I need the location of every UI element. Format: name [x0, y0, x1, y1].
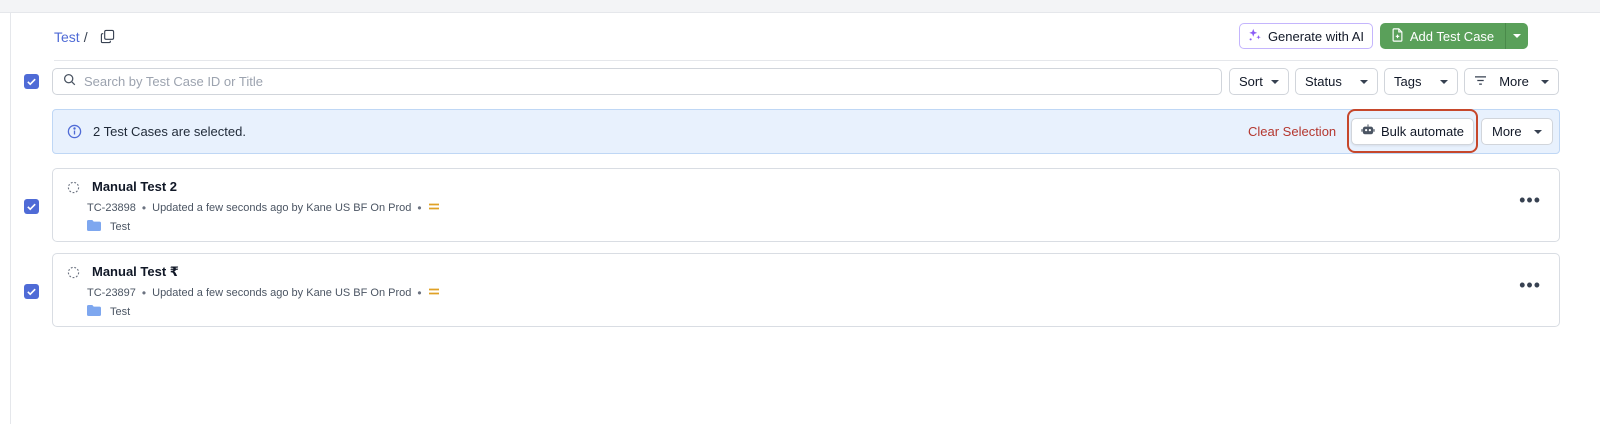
- breadcrumb-separator: /: [83, 29, 88, 45]
- chevron-down-icon: [1360, 79, 1368, 84]
- add-test-case-button-group: Add Test Case: [1380, 23, 1528, 49]
- more-horizontal-icon[interactable]: •••: [1519, 191, 1541, 209]
- bulk-more-label: More: [1492, 124, 1522, 139]
- status-button[interactable]: Status: [1295, 68, 1378, 95]
- chevron-down-icon: [1541, 79, 1549, 84]
- tags-label: Tags: [1394, 74, 1422, 89]
- left-rail: [0, 13, 11, 424]
- check-icon: [27, 203, 36, 211]
- test-case-meta: TC-23897 • Updated a few seconds ago by …: [87, 286, 440, 300]
- equals-icon: [428, 202, 440, 214]
- folder-name: Test: [110, 306, 131, 318]
- test-case-card[interactable]: Manual Test 2 TC-23898 • Updated a few s…: [52, 168, 1560, 242]
- dashed-circle-icon: [67, 266, 80, 284]
- breadcrumb-link-test[interactable]: Test: [54, 29, 80, 45]
- chevron-down-icon: [1271, 79, 1279, 84]
- add-test-case-dropdown[interactable]: [1506, 23, 1528, 49]
- test-case-id: TC-23897: [87, 287, 136, 299]
- info-icon: [67, 124, 82, 144]
- status-label: Status: [1305, 74, 1342, 89]
- test-case-title[interactable]: Manual Test ₹: [92, 264, 179, 280]
- sort-button[interactable]: Sort: [1229, 68, 1289, 95]
- check-icon: [27, 288, 36, 296]
- selection-banner: 2 Test Cases are selected. Clear Selecti…: [52, 109, 1560, 154]
- bulk-automate-label: Bulk automate: [1380, 124, 1465, 139]
- copy-icon[interactable]: [100, 29, 116, 45]
- more-filters-button[interactable]: More: [1464, 68, 1559, 95]
- test-case-title[interactable]: Manual Test 2: [92, 179, 177, 194]
- clear-selection-button[interactable]: Clear Selection: [1248, 124, 1336, 139]
- generate-with-ai-label: Generate with AI: [1267, 28, 1365, 44]
- meta-separator: •: [417, 286, 422, 300]
- meta-separator: •: [417, 201, 422, 215]
- add-test-case-label: Add Test Case: [1409, 28, 1495, 44]
- folder-icon: [87, 305, 101, 319]
- select-all-checkbox[interactable]: [24, 74, 39, 89]
- folder-icon: [87, 220, 101, 234]
- dashed-circle-icon: [67, 181, 80, 199]
- row-checkbox[interactable]: [24, 284, 39, 299]
- row-checkbox[interactable]: [24, 199, 39, 214]
- chevron-down-icon: [1440, 79, 1448, 84]
- test-case-folder: Test: [87, 305, 130, 319]
- search-box[interactable]: [52, 68, 1222, 95]
- search-input[interactable]: [84, 74, 1184, 89]
- chevron-down-icon: [1513, 34, 1521, 38]
- check-icon: [27, 78, 36, 86]
- test-case-card[interactable]: Manual Test ₹ TC-23897 • Updated a few s…: [52, 253, 1560, 327]
- file-plus-icon: [1391, 27, 1404, 45]
- more-filters-label: More: [1499, 74, 1529, 89]
- more-horizontal-icon[interactable]: •••: [1519, 276, 1541, 294]
- sort-label: Sort: [1239, 74, 1263, 89]
- top-bar: [0, 0, 1600, 13]
- meta-separator: •: [141, 286, 147, 300]
- folder-name: Test: [110, 221, 131, 233]
- meta-separator: •: [141, 201, 147, 215]
- add-test-case-button[interactable]: Add Test Case: [1380, 23, 1506, 49]
- chevron-down-icon: [1534, 129, 1542, 134]
- breadcrumb: Test /: [54, 27, 116, 47]
- test-case-updated: Updated a few seconds ago by Kane US BF …: [152, 287, 412, 299]
- test-case-id: TC-23898: [87, 202, 136, 214]
- selection-message: 2 Test Cases are selected.: [93, 124, 246, 139]
- bulk-automate-button[interactable]: Bulk automate: [1351, 118, 1474, 145]
- generate-with-ai-button[interactable]: Generate with AI: [1239, 23, 1373, 49]
- equals-icon: [428, 287, 440, 299]
- robot-icon: [1361, 124, 1375, 139]
- sparkle-icon: [1248, 28, 1262, 45]
- bulk-more-button[interactable]: More: [1481, 118, 1553, 145]
- search-icon: [63, 73, 76, 91]
- test-case-folder: Test: [87, 220, 130, 234]
- filter-lines-icon: [1474, 74, 1487, 89]
- test-case-updated: Updated a few seconds ago by Kane US BF …: [152, 202, 412, 214]
- header-divider: [54, 60, 1558, 61]
- tags-button[interactable]: Tags: [1384, 68, 1458, 95]
- test-case-meta: TC-23898 • Updated a few seconds ago by …: [87, 201, 440, 215]
